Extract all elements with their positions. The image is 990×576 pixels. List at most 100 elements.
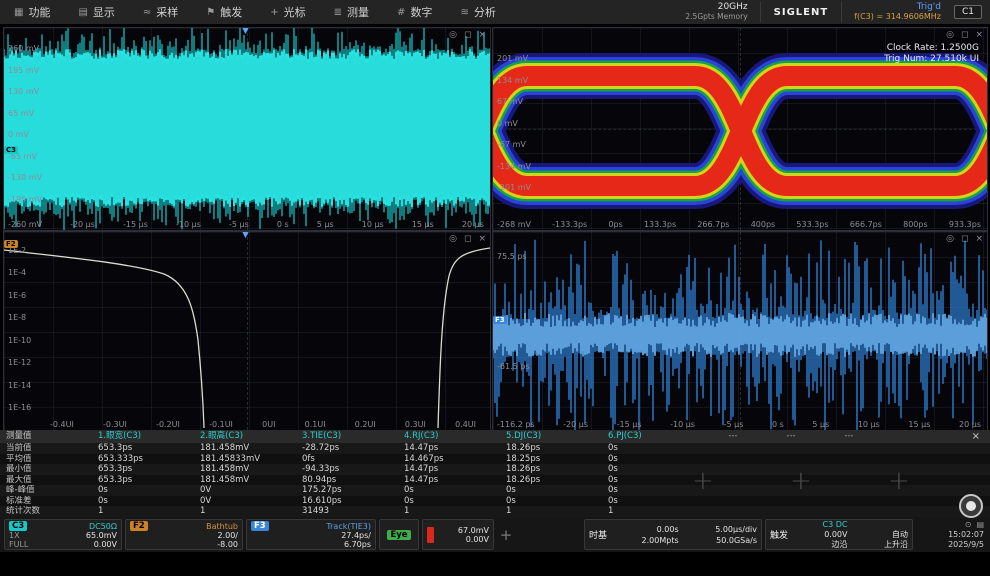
table-value: 14.47ps: [398, 475, 500, 486]
table-value: 0s: [602, 454, 704, 465]
f2-badge: F2: [130, 521, 148, 531]
timebase-title: 时基: [589, 528, 607, 541]
menu-function[interactable]: ▦ 功能: [0, 0, 64, 24]
panel-maximize-icon[interactable]: ◻: [464, 29, 471, 41]
table-header-meas2[interactable]: 2.眼高(C3): [194, 430, 296, 443]
trigger-source: C3 DC: [796, 520, 847, 529]
panel-snapshot-icon[interactable]: ◎: [449, 233, 457, 245]
waveform-panel[interactable]: ▼ C3 ◎ ◻ × 260 mV 195 mV 130 mV 65 mV 0 …: [3, 27, 491, 231]
f2-function: Bathtub: [206, 522, 238, 531]
bar-spacer: [518, 519, 581, 550]
empty-measurement-slot: ---: [762, 430, 820, 443]
c3-coupling: DC50Ω: [89, 522, 117, 531]
display-icon: ▤: [78, 7, 87, 18]
eye-statistics: Clock Rate: 1.2500G Trig Num: 27.510k UI: [884, 43, 979, 65]
panel-maximize-icon[interactable]: ◻: [961, 233, 968, 245]
menu-display[interactable]: ▤ 显示: [64, 0, 128, 24]
panel-close-icon[interactable]: ×: [478, 233, 486, 245]
table-header-cell: 测量值: [0, 430, 92, 443]
table-value: 0s: [500, 496, 602, 507]
panel-close-icon[interactable]: ×: [975, 233, 983, 245]
panel-snapshot-icon[interactable]: ◎: [946, 29, 954, 41]
add-measurement-button[interactable]: +: [790, 468, 812, 494]
table-close-button[interactable]: ×: [972, 430, 980, 443]
menu-acquire-label: 采样: [156, 4, 178, 20]
f3-level-marker[interactable]: F3: [493, 316, 507, 324]
add-measurement-button[interactable]: +: [692, 468, 714, 494]
c3-level-marker[interactable]: C3: [4, 146, 18, 154]
table-header-meas6[interactable]: 6.PJ(C3): [602, 430, 704, 443]
panel-snapshot-icon[interactable]: ◎: [946, 233, 954, 245]
siglent-logo: SIGLENT: [774, 7, 829, 18]
trigger-position-icon[interactable]: ▼: [242, 231, 249, 240]
add-channel-button[interactable]: +: [497, 519, 515, 550]
eye-scale-descriptor[interactable]: 67.0mV 0.00V: [422, 519, 494, 550]
oscilloscope-screen: ▦ 功能 ▤ 显示 ≈ 采样 ⚑ 触发 + 光标 ≣ 测量 # 数字 ≋ 分析: [0, 0, 990, 576]
table-row: 统计次数 1 1 31493 1 1 1: [0, 506, 990, 517]
touch-icon[interactable]: ⊙: [965, 520, 972, 529]
f3-badge: F3: [251, 521, 269, 531]
table-value: 175.27ps: [296, 485, 398, 496]
f2-level-marker[interactable]: F2: [4, 240, 18, 248]
panel-close-icon[interactable]: ×: [478, 29, 486, 41]
panel-snapshot-icon[interactable]: ◎: [449, 29, 457, 41]
table-header-meas5[interactable]: 5.DJ(C3): [500, 430, 602, 443]
menu-measure[interactable]: ≣ 测量: [320, 0, 383, 24]
measurement-table: 测量值 1.眼宽(C3) 2.眼高(C3) 3.TIE(C3) 4.RJ(C3)…: [0, 430, 990, 517]
table-value: 0s: [398, 496, 500, 507]
channel-c1-selector[interactable]: C1: [954, 5, 982, 19]
panel-maximize-icon[interactable]: ◻: [961, 29, 968, 41]
row-label: 平均值: [0, 454, 92, 465]
channel-c3-descriptor[interactable]: C3 DC50Ω 1X 65.0mV FULL 0.00V: [4, 519, 122, 550]
tie-track-panel[interactable]: F3 ◎ ◻ × 75.5 ps -61.5 ps -116.2 ps -20 …: [492, 231, 988, 431]
timebase-descriptor[interactable]: 时基 0.00s 5.00µs/div 2.00Mpts 50.0GSa/s: [584, 519, 762, 550]
f2-offset: -8.00: [217, 540, 238, 549]
measurement-table-header: 测量值 1.眼宽(C3) 2.眼高(C3) 3.TIE(C3) 4.RJ(C3)…: [0, 430, 990, 443]
menu-cursor[interactable]: + 光标: [256, 0, 319, 24]
table-value: 14.47ps: [398, 443, 500, 454]
table-row: 当前值 653.3ps 181.458mV -28.72ps 14.47ps 1…: [0, 443, 990, 454]
menu-acquire[interactable]: ≈ 采样: [129, 0, 192, 24]
menu-digital-label: 数字: [410, 4, 432, 20]
menu-digital[interactable]: # 数字: [383, 0, 446, 24]
panel-close-icon[interactable]: ×: [975, 29, 983, 41]
f3-function: Track(TIE3): [326, 522, 371, 531]
table-value: 653.3ps: [92, 475, 194, 486]
clock-time: 15:02:07: [948, 530, 984, 539]
bathtub-panel[interactable]: ▼ F2 ◎ ◻ × 1E-2 1E-4 1E-6 1E-8 1E-10 1E-…: [3, 231, 491, 431]
eye-badge: Eye: [387, 530, 410, 540]
table-value: 0s: [602, 475, 704, 486]
trigger-descriptor[interactable]: 触发 C3 DC 0.00V 自动 边沿 上升沿: [765, 519, 913, 550]
function-f2-descriptor[interactable]: F2 Bathtub 2.00/ -8.00: [125, 519, 243, 550]
acquire-wave-icon: ≈: [143, 7, 151, 18]
table-value: 0s: [500, 485, 602, 496]
trigger-type: 边沿: [796, 540, 847, 549]
table-value: 1: [500, 506, 602, 517]
table-value: 0s: [92, 485, 194, 496]
c3-probe: 1X: [9, 531, 20, 540]
quick-menu-button[interactable]: [959, 494, 983, 518]
c3-badge: C3: [9, 521, 27, 531]
menu-trigger[interactable]: ⚑ 触发: [192, 0, 256, 24]
trigger-status: Trig'd f(C3) = 314.9606MHz: [841, 2, 941, 22]
table-value: 14.467ps: [398, 454, 500, 465]
table-header-meas1[interactable]: 1.眼宽(C3): [92, 430, 194, 443]
panel-menu-icon[interactable]: ▤: [976, 520, 984, 529]
f2-scale: 2.00/: [217, 531, 238, 540]
trigger-position-icon[interactable]: ▼: [242, 27, 249, 36]
eye-diagram-panel[interactable]: Clock Rate: 1.2500G Trig Num: 27.510k UI…: [492, 27, 988, 231]
menu-function-label: 功能: [28, 4, 50, 20]
menu-analysis[interactable]: ≋ 分析: [446, 0, 509, 24]
table-value: 0s: [602, 496, 704, 507]
eye-descriptor[interactable]: Eye: [379, 519, 419, 550]
empty-measurement-slot: ---: [820, 430, 878, 443]
table-value: 80.94ps: [296, 475, 398, 486]
panel-maximize-icon[interactable]: ◻: [464, 233, 471, 245]
add-measurement-button[interactable]: +: [888, 468, 910, 494]
table-header-meas4[interactable]: 4.RJ(C3): [398, 430, 500, 443]
menu-bar-right: 20GHz 2.5Gpts Memory SIGLENT Trig'd f(C3…: [685, 0, 990, 24]
table-header-meas3[interactable]: 3.TIE(C3): [296, 430, 398, 443]
c3-scale: 65.0mV: [86, 531, 117, 540]
table-value: 31493: [296, 506, 398, 517]
function-f3-descriptor[interactable]: F3 Track(TIE3) 27.4ps/ 6.70ps: [246, 519, 376, 550]
